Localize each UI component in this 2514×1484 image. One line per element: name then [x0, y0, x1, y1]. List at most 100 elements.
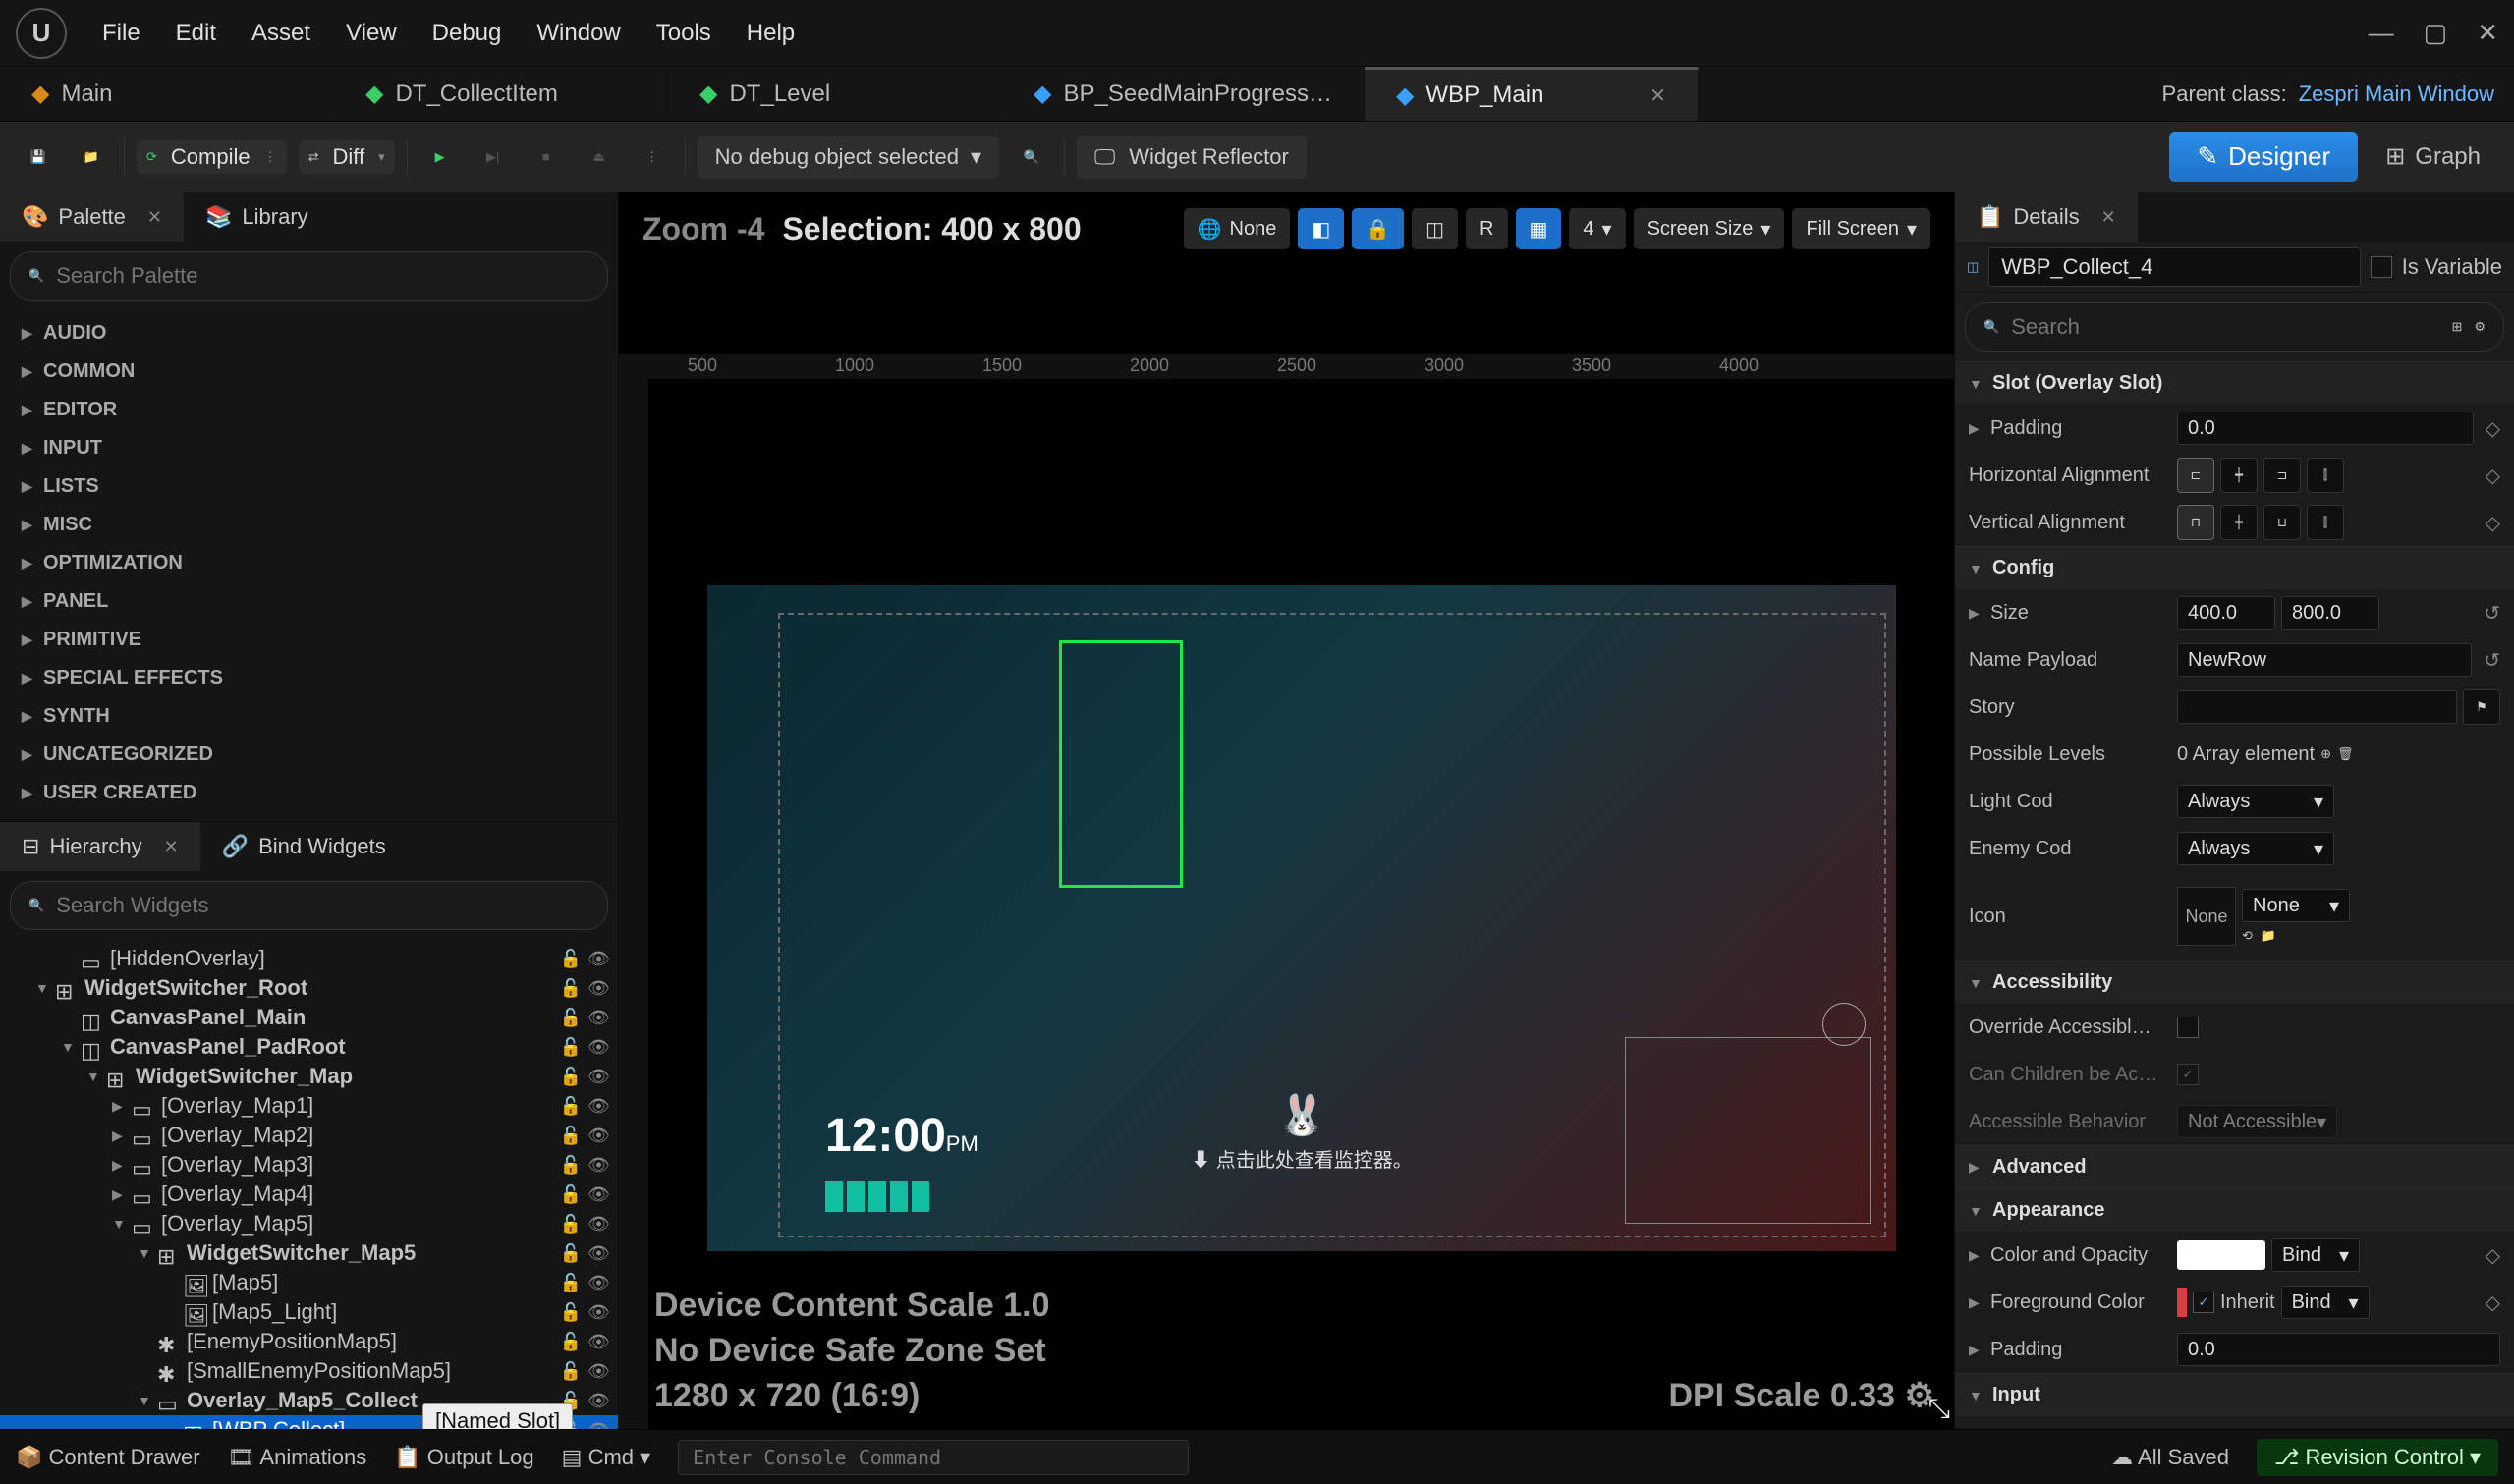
console-command-input[interactable]: [678, 1440, 1189, 1475]
visibility-icon[interactable]: 👁: [587, 1243, 610, 1264]
view-options-icon[interactable]: ⊞: [2451, 319, 2462, 335]
reset-icon[interactable]: ↺: [2484, 601, 2500, 626]
reset-icon[interactable]: ◇: [2486, 1291, 2500, 1315]
widget-reflector-button[interactable]: 🖵Widget Reflector: [1077, 136, 1307, 179]
expand-caret-icon[interactable]: [61, 1010, 75, 1025]
menu-asset[interactable]: Asset: [251, 20, 310, 47]
outline-icon[interactable]: ◫: [1412, 208, 1458, 249]
fg-bind-dropdown[interactable]: Bind▾: [2281, 1286, 2370, 1319]
menu-edit[interactable]: Edit: [176, 20, 216, 47]
array-clear-icon[interactable]: 🗑: [2337, 746, 2354, 762]
visibility-icon[interactable]: 👁: [587, 1008, 610, 1028]
story-input[interactable]: [2177, 690, 2457, 724]
expand-caret-icon[interactable]: ▼: [35, 980, 49, 996]
lock-icon[interactable]: 🔒: [1352, 208, 1404, 249]
canvas-area[interactable]: 12:00PM 🐰 ⬇ 点击此处查看监控器。 ⤡: [648, 379, 1954, 1429]
bind-widgets-tab[interactable]: 🔗 Bind Widgets: [200, 822, 408, 871]
details-search[interactable]: 🔍 ⊞ ⚙: [1965, 302, 2504, 352]
halign-center-button[interactable]: ┿: [2220, 458, 2258, 493]
reset-icon[interactable]: ↺: [2484, 648, 2500, 673]
menu-tools[interactable]: Tools: [656, 20, 711, 47]
browse-icon[interactable]: 📁: [71, 137, 112, 178]
browse-asset-icon[interactable]: 📁: [2261, 928, 2276, 944]
widget-name-input[interactable]: [1988, 247, 2360, 287]
section-appearance[interactable]: ▼Appearance: [1955, 1189, 2514, 1232]
lock-icon[interactable]: 🔓: [560, 1067, 582, 1087]
visibility-icon[interactable]: 👁: [587, 1184, 610, 1205]
expand-caret-icon[interactable]: ▶: [112, 1098, 126, 1115]
hierarchy-row[interactable]: ✱[SmallEnemyPositionMap5]🔓👁: [0, 1356, 618, 1386]
enemycod-dropdown[interactable]: Always▾: [2177, 832, 2334, 865]
palette-search[interactable]: 🔍: [10, 251, 608, 301]
palette-category[interactable]: ▶INPUT: [8, 429, 610, 467]
close-palette-icon[interactable]: ✕: [147, 207, 162, 228]
icon-thumbnail[interactable]: None: [2177, 887, 2236, 946]
reset-icon[interactable]: ◇: [2486, 464, 2500, 488]
palette-category[interactable]: ▶COMMON: [8, 353, 610, 391]
is-variable-checkbox[interactable]: [2371, 256, 2392, 278]
expand-caret-icon[interactable]: [163, 1275, 177, 1291]
expand-caret-icon[interactable]: [138, 1363, 151, 1379]
compile-button[interactable]: ⟳Compile⋮: [137, 140, 287, 174]
hierarchy-row[interactable]: ▼⊞WidgetSwitcher_Root🔓👁: [0, 973, 618, 1003]
menu-file[interactable]: File: [102, 20, 140, 47]
menu-view[interactable]: View: [346, 20, 397, 47]
visibility-icon[interactable]: 👁: [587, 949, 610, 969]
lock-icon[interactable]: 🔓: [560, 1214, 582, 1235]
menu-debug[interactable]: Debug: [432, 20, 502, 47]
visibility-icon[interactable]: 👁: [587, 1214, 610, 1235]
color-bind-dropdown[interactable]: Bind▾: [2271, 1238, 2360, 1272]
details-tab[interactable]: 📋 Details✕: [1955, 192, 2138, 242]
lock-icon[interactable]: 🔓: [560, 1184, 582, 1205]
expand-caret-icon[interactable]: ▶: [112, 1157, 126, 1174]
designer-viewport[interactable]: Zoom -4 Selection: 400 x 800 🌐 None ◧ 🔒 …: [619, 192, 1954, 1429]
palette-category[interactable]: ▶MISC: [8, 506, 610, 544]
lock-icon[interactable]: 🔓: [560, 1361, 582, 1382]
output-log-button[interactable]: 📋 Output Log: [394, 1445, 533, 1470]
close-hierarchy-icon[interactable]: ✕: [164, 837, 179, 857]
menu-window[interactable]: Window: [536, 20, 620, 47]
visibility-icon[interactable]: 👁: [587, 1037, 610, 1058]
palette-tab[interactable]: 🎨 Palette✕: [0, 192, 184, 242]
valign-center-button[interactable]: ┿: [2220, 505, 2258, 540]
lock-icon[interactable]: 🔓: [560, 1126, 582, 1146]
play-icon[interactable]: ▶: [419, 137, 461, 178]
respect-locks-icon[interactable]: R: [1466, 208, 1507, 249]
settings-icon[interactable]: ⚙: [2474, 319, 2486, 335]
override-accessible-checkbox[interactable]: [2177, 1017, 2199, 1038]
lock-icon[interactable]: 🔓: [560, 1273, 582, 1293]
hierarchy-tab[interactable]: ⊟ Hierarchy✕: [0, 822, 200, 871]
palette-search-input[interactable]: [56, 263, 589, 289]
palette-category[interactable]: ▶UNCATEGORIZED: [8, 736, 610, 774]
maximize-icon[interactable]: ▢: [2424, 18, 2448, 48]
reset-icon[interactable]: ◇: [2486, 416, 2500, 441]
expand-caret-icon[interactable]: ▶: [112, 1186, 126, 1203]
minimize-icon[interactable]: —: [2369, 18, 2394, 48]
expand-caret-icon[interactable]: ▼: [61, 1039, 75, 1055]
visibility-icon[interactable]: 👁: [587, 1126, 610, 1146]
close-icon[interactable]: ✕: [2477, 18, 2498, 48]
use-selected-icon[interactable]: ⟲: [2242, 928, 2253, 944]
lightcod-dropdown[interactable]: Always▾: [2177, 785, 2334, 818]
stop-icon[interactable]: ■: [526, 137, 567, 178]
debug-object-dropdown[interactable]: No debug object selected▾: [698, 136, 999, 179]
cmd-dropdown[interactable]: ▤ Cmd ▾: [562, 1445, 651, 1470]
save-icon[interactable]: 💾: [18, 137, 59, 178]
section-input[interactable]: ▼Input: [1955, 1374, 2514, 1416]
details-search-input[interactable]: [2011, 314, 2439, 340]
localization-dropdown[interactable]: 🌐 None: [1184, 208, 1291, 249]
asset-tab[interactable]: ◆DT_CollectItem: [334, 67, 668, 121]
fg-inherit-checkbox[interactable]: ✓: [2193, 1292, 2214, 1313]
designer-mode-button[interactable]: ✎ Designer: [2169, 132, 2358, 182]
icon-asset-dropdown[interactable]: None▾: [2242, 889, 2350, 922]
halign-right-button[interactable]: ⊐: [2263, 458, 2301, 493]
hierarchy-row[interactable]: 🖼[Map5]🔓👁: [0, 1268, 618, 1297]
lock-icon[interactable]: 🔓: [560, 978, 582, 999]
asset-tab[interactable]: ◆Main: [0, 67, 334, 121]
appearance-padding-input[interactable]: 0.0: [2177, 1333, 2500, 1366]
visibility-icon[interactable]: 👁: [587, 1332, 610, 1352]
lock-icon[interactable]: 🔓: [560, 1243, 582, 1264]
palette-category[interactable]: ▶OPTIMIZATION: [8, 544, 610, 582]
revision-control-button[interactable]: ⎇ Revision Control ▾: [2257, 1439, 2498, 1476]
animations-button[interactable]: 🎞 Animations: [228, 1445, 367, 1470]
